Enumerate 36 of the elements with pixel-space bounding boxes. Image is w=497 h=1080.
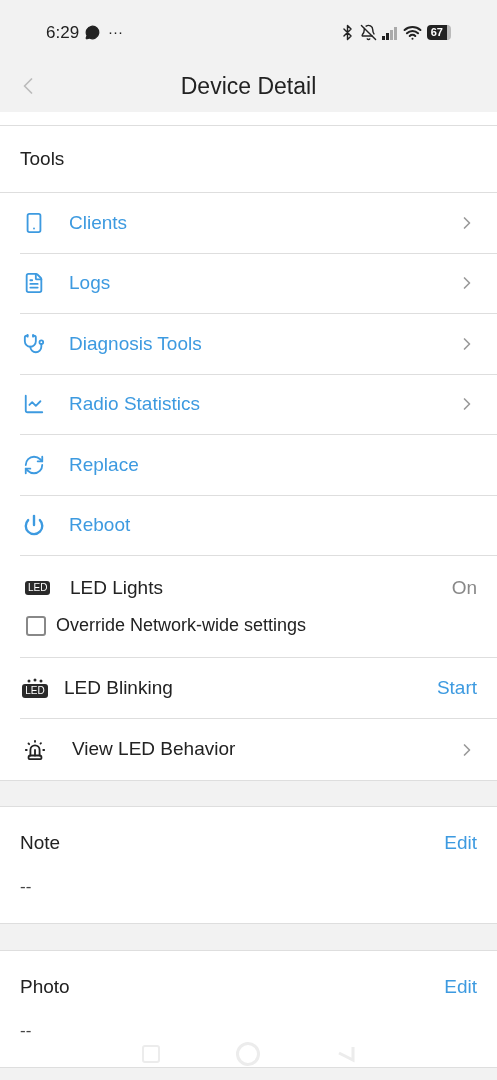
siren-icon (24, 738, 46, 761)
menu-item[interactable]: Logs (69, 269, 457, 298)
checkbox-label: Override Network-wide settings (56, 614, 307, 638)
power-icon (23, 514, 45, 537)
signal-icon (380, 25, 399, 40)
field-value: -- (20, 875, 33, 898)
home-icon[interactable] (235, 1042, 260, 1066)
wifi-icon (402, 23, 422, 42)
stethoscope-icon (23, 332, 45, 355)
menu-item[interactable]: View LED Behavior (72, 735, 457, 764)
setting-label: LED Blinking (64, 675, 174, 700)
checkbox[interactable] (26, 615, 46, 636)
field-value: -- (20, 1019, 33, 1042)
setting-label: LED Lights (70, 575, 164, 600)
section-title: Note (20, 831, 61, 855)
setting-value: On (451, 575, 477, 600)
section-title: Tools (20, 146, 65, 171)
status-time: 6:29 (46, 21, 80, 44)
chart-icon (23, 393, 45, 416)
menu-item[interactable]: Radio Statistics (69, 390, 457, 419)
led-icon: LED (25, 581, 51, 595)
page-title: Device Detail (180, 71, 317, 101)
start-button[interactable]: Start (436, 673, 477, 703)
more-notifications: ··· (108, 22, 124, 43)
refresh-icon (23, 453, 45, 476)
battery-icon: 67 (426, 25, 451, 40)
edit-button[interactable]: Edit (444, 973, 477, 1002)
edit-button[interactable]: Edit (444, 829, 477, 858)
section-title: Photo (20, 975, 70, 999)
messenger-icon (85, 25, 101, 40)
muted-bell-icon (359, 24, 377, 41)
menu-item[interactable]: Diagnosis Tools (69, 329, 457, 358)
menu-item[interactable]: Reboot (69, 511, 477, 540)
document-icon (23, 272, 45, 295)
menu-item[interactable]: Replace (69, 450, 477, 479)
menu-item[interactable]: Clients (69, 208, 457, 237)
